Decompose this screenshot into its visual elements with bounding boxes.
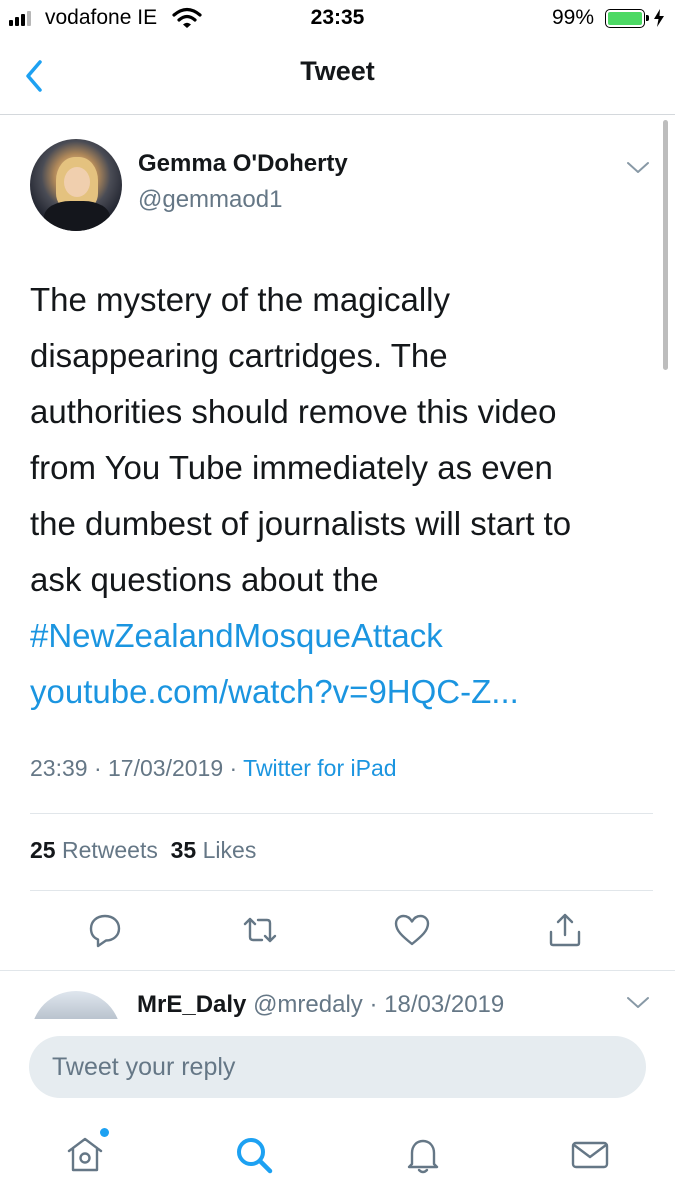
tweet-text-line: authorities should remove this video (30, 393, 557, 430)
reply-options-button[interactable] (626, 995, 650, 1016)
tweet-text-line: from You Tube immediately as even (30, 449, 553, 486)
author-handle[interactable]: @gemmaod1 (138, 186, 282, 214)
tab-messages[interactable] (568, 1133, 612, 1177)
tweet-time: 23:39 (30, 755, 88, 781)
retweet-label: Retweets (61, 837, 158, 863)
tweet-text-line: the dumbest of journalists will start to (30, 505, 572, 542)
reply-date: 18/03/2019 (384, 991, 505, 1018)
tweet-source-link[interactable]: Twitter for iPad (243, 755, 396, 781)
like-button[interactable] (392, 910, 432, 950)
tweet-text-line: disappearing cartridges. The (30, 337, 448, 374)
notification-dot (100, 1128, 109, 1137)
tab-home[interactable] (63, 1133, 107, 1177)
reply-button[interactable] (85, 910, 125, 950)
battery-icon (605, 9, 649, 28)
nav-bar: Tweet (0, 38, 675, 115)
home-icon (67, 1137, 103, 1172)
author-avatar[interactable] (30, 139, 122, 231)
reply-item[interactable]: MrE_Daly @mredaly · 18/03/2019 (0, 971, 675, 1019)
tweet-options-button[interactable] (626, 160, 650, 181)
page-title: Tweet (300, 56, 375, 86)
heart-icon (394, 914, 430, 946)
retweet-count: 25 (30, 837, 56, 863)
notifications-icon (407, 1139, 439, 1174)
hashtag-link[interactable]: #NewZealandMosqueAttack (30, 608, 650, 664)
reply-icon (89, 914, 121, 948)
tweet-meta: 23:39 · 17/03/2019 · Twitter for iPad (30, 755, 397, 781)
search-icon (237, 1138, 273, 1174)
chevron-down-icon (627, 997, 649, 1008)
charging-icon (654, 9, 664, 27)
battery-percentage: 99% (552, 6, 595, 29)
retweet-icon (243, 917, 277, 943)
tweet-text-line: The mystery of the magically (30, 281, 450, 318)
scroll-indicator (663, 120, 668, 370)
tab-notifications[interactable] (401, 1133, 445, 1177)
chevron-down-icon (627, 162, 649, 173)
tweet-stats: 25 Retweets 35 Likes (30, 837, 256, 864)
tweet-text-line: ask questions about the (30, 561, 379, 598)
url-link[interactable]: youtube.com/watch?v=9HQC-Z... (30, 664, 650, 720)
tweet-text: The mystery of the magically disappearin… (30, 272, 650, 720)
likes-stat[interactable]: 35 Likes (171, 837, 257, 863)
reply-author-name[interactable]: MrE_Daly (137, 991, 246, 1018)
share-button[interactable] (545, 910, 585, 950)
reply-author-handle: @mredaly (253, 991, 363, 1018)
like-count: 35 (170, 837, 197, 863)
retweets-stat[interactable]: 25 Retweets (30, 837, 158, 863)
reply-input[interactable]: Tweet your reply (29, 1036, 646, 1098)
divider (30, 813, 653, 814)
like-label: Likes (202, 837, 257, 863)
retweet-button[interactable] (240, 910, 280, 950)
reply-avatar[interactable] (31, 991, 121, 1019)
divider (30, 890, 653, 891)
status-bar: vodafone IE 23:35 99% (0, 0, 675, 38)
author-name[interactable]: Gemma O'Doherty (138, 150, 348, 178)
tab-search[interactable] (232, 1133, 276, 1177)
share-icon (549, 913, 581, 947)
reply-header: MrE_Daly @mredaly · 18/03/2019 (137, 991, 505, 1018)
messages-icon (571, 1141, 609, 1169)
tweet-date: 17/03/2019 (108, 755, 224, 781)
